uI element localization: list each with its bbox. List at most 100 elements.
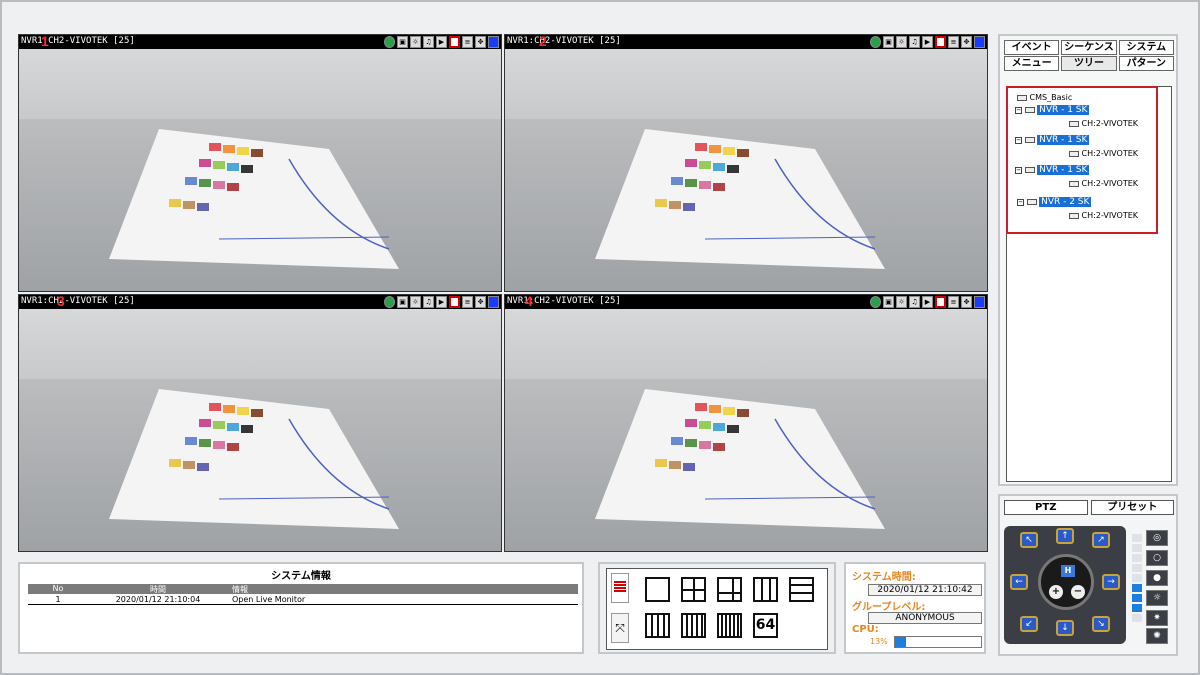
tab-system[interactable]: システム — [1118, 40, 1174, 55]
record-icon[interactable] — [870, 36, 881, 48]
alarm-icon[interactable] — [449, 296, 460, 308]
compass-icon[interactable]: ◎ — [1146, 530, 1168, 546]
playback-icon[interactable]: ▶ — [922, 36, 933, 48]
alarm-icon[interactable] — [449, 36, 460, 48]
speed-level[interactable] — [1132, 594, 1142, 602]
table-row[interactable]: 1 2020/01/12 21:10:04 Open Live Monitor — [28, 595, 578, 605]
color-chart-paper — [575, 119, 905, 269]
pan-down-left-button[interactable]: ↙ — [1020, 616, 1038, 632]
record-icon[interactable] — [384, 296, 395, 308]
camera-tools: ▣ ☼ ♫ ▶ ≡ ✥ — [384, 36, 499, 48]
layout-1plus7-button[interactable] — [789, 577, 814, 602]
speed-level[interactable] — [1132, 554, 1142, 562]
home-button[interactable]: H — [1061, 565, 1075, 577]
info-icon[interactable]: ≡ — [948, 36, 959, 48]
speed-level[interactable] — [1132, 534, 1142, 542]
alarm-icon[interactable] — [935, 296, 946, 308]
speed-level[interactable] — [1132, 604, 1142, 612]
pan-up-left-button[interactable]: ↖ — [1020, 532, 1038, 548]
status-icon[interactable] — [974, 36, 985, 48]
focus-icon[interactable]: ○ — [1146, 550, 1168, 566]
brightness-icon[interactable]: ☼ — [410, 296, 421, 308]
wall — [19, 49, 501, 119]
record-icon[interactable] — [870, 296, 881, 308]
tab-pattern[interactable]: パターン — [1118, 56, 1174, 71]
cpu-progress — [894, 636, 982, 648]
layout-4x4-button[interactable] — [645, 613, 670, 638]
camera-view-1[interactable]: NVR1:CH2-VIVOTEK [25] 1 ▣ ☼ ♫ ▶ ≡ ✥ — [18, 34, 502, 292]
record-icon[interactable] — [384, 36, 395, 48]
status-panel: システム時間: 2020/01/12 21:10:42 グループレベル: ANO… — [844, 562, 986, 654]
status-icon[interactable] — [974, 296, 985, 308]
tab-preset[interactable]: プリセット — [1090, 500, 1174, 515]
layout-1plus5-button[interactable] — [717, 577, 742, 602]
pan-up-right-button[interactable]: ↗ — [1092, 532, 1110, 548]
layout-3x3-button[interactable] — [753, 577, 778, 602]
brightness-icon[interactable]: ☼ — [410, 36, 421, 48]
playback-icon[interactable]: ▶ — [436, 296, 447, 308]
audio-icon[interactable]: ♫ — [423, 296, 434, 308]
speed-level[interactable] — [1132, 564, 1142, 572]
fullscreen-icon[interactable]: ✥ — [475, 296, 486, 308]
info-icon[interactable]: ≡ — [462, 36, 473, 48]
info-icon[interactable]: ≡ — [948, 296, 959, 308]
brightness-low-icon[interactable]: ☼ — [1146, 590, 1168, 606]
camera-scene — [19, 309, 501, 551]
cpu-label: CPU: — [852, 624, 879, 635]
info-icon[interactable]: ≡ — [462, 296, 473, 308]
layout-1x1-button[interactable] — [645, 577, 670, 602]
col-info: 情報 — [232, 585, 248, 594]
speed-level[interactable] — [1132, 614, 1142, 622]
brightness-icon[interactable]: ☼ — [896, 296, 907, 308]
camera-view-3[interactable]: NVR1:CH2-VIVOTEK [25] 3 ▣ ☼ ♫ ▶ ≡ ✥ — [18, 294, 502, 552]
zoom-in-button[interactable]: + — [1049, 585, 1063, 599]
pan-down-button[interactable]: ↓ — [1056, 620, 1074, 636]
row-info: Open Live Monitor — [232, 595, 306, 604]
camera-view-2[interactable]: NVR1:CH2-VIVOTEK [25] 2 ▣ ☼ ♫ ▶ ≡ ✥ — [504, 34, 988, 292]
brightness-high-icon[interactable]: ✷ — [1146, 610, 1168, 626]
tab-event[interactable]: イベント — [1004, 40, 1060, 55]
zoom-out-button[interactable]: − — [1071, 585, 1085, 599]
row-no: 1 — [55, 595, 61, 604]
pan-up-button[interactable]: ↑ — [1056, 528, 1074, 544]
tab-ptz[interactable]: PTZ — [1004, 500, 1088, 515]
snapshot-icon[interactable]: ▣ — [883, 296, 894, 308]
playback-icon[interactable]: ▶ — [922, 296, 933, 308]
tab-menu[interactable]: メニュー — [1004, 56, 1060, 71]
layout-2x2-button[interactable] — [681, 577, 706, 602]
layout-6x6-button[interactable] — [717, 613, 742, 638]
fit-screen-button[interactable]: ⤧ — [611, 613, 629, 643]
layout-5x5-button[interactable] — [681, 613, 706, 638]
snapshot-icon[interactable]: ▣ — [883, 36, 894, 48]
audio-icon[interactable]: ♫ — [909, 296, 920, 308]
fullscreen-icon[interactable]: ✥ — [961, 296, 972, 308]
iris-icon[interactable]: ● — [1146, 570, 1168, 586]
status-icon[interactable] — [488, 296, 499, 308]
snapshot-icon[interactable]: ▣ — [397, 36, 408, 48]
alarm-icon[interactable] — [935, 36, 946, 48]
pan-left-button[interactable]: ← — [1010, 574, 1028, 590]
fullscreen-icon[interactable]: ✥ — [961, 36, 972, 48]
snapshot-icon[interactable]: ▣ — [397, 296, 408, 308]
camera-number: 2 — [539, 34, 547, 49]
pan-right-button[interactable]: → — [1102, 574, 1120, 590]
tree-highlight-frame — [1006, 86, 1158, 234]
cms-window: NVR1:CH2-VIVOTEK [25] 1 ▣ ☼ ♫ ▶ ≡ ✥ NVR1… — [0, 0, 1200, 675]
speed-level[interactable] — [1132, 584, 1142, 592]
fullscreen-icon[interactable]: ✥ — [475, 36, 486, 48]
speed-level[interactable] — [1132, 574, 1142, 582]
speed-level[interactable] — [1132, 544, 1142, 552]
audio-icon[interactable]: ♫ — [423, 36, 434, 48]
status-icon[interactable] — [488, 36, 499, 48]
cpu-value: 13% — [870, 637, 888, 646]
camera-view-4[interactable]: NVR1:CH2-VIVOTEK [25] 4 ▣ ☼ ♫ ▶ ≡ ✥ — [504, 294, 988, 552]
light-icon[interactable]: ✺ — [1146, 628, 1168, 644]
layout-64-button[interactable]: 64 — [753, 613, 778, 638]
playback-icon[interactable]: ▶ — [436, 36, 447, 48]
audio-icon[interactable]: ♫ — [909, 36, 920, 48]
brightness-icon[interactable]: ☼ — [896, 36, 907, 48]
pan-down-right-button[interactable]: ↘ — [1092, 616, 1110, 632]
page-grid-button[interactable] — [611, 573, 629, 603]
tab-tree[interactable]: ツリー — [1061, 56, 1117, 71]
tab-sequence[interactable]: シーケンス — [1061, 40, 1117, 55]
